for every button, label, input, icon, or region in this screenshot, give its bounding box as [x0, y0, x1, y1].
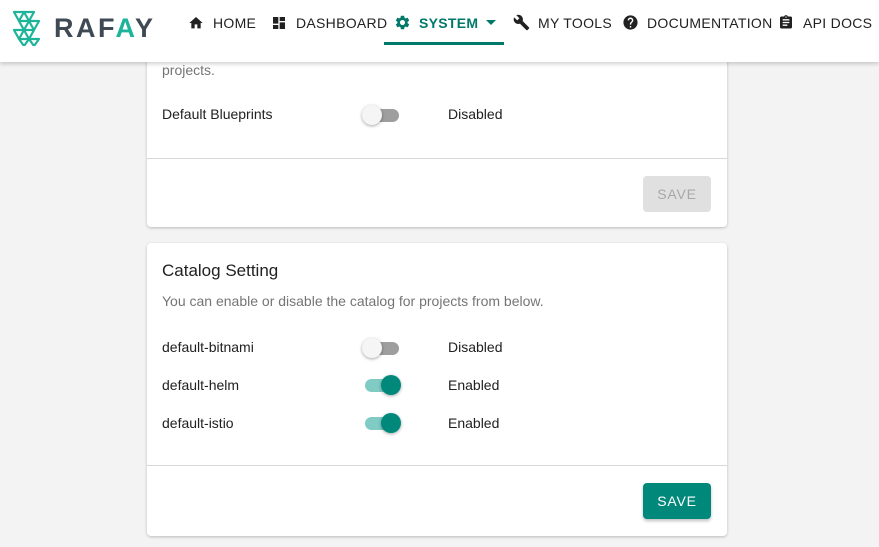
gear-icon — [393, 14, 411, 32]
default-istio-status: Enabled — [448, 415, 500, 431]
nav-my-tools[interactable]: MY TOOLS — [512, 0, 612, 45]
default-bitnami-toggle[interactable] — [362, 337, 402, 359]
dashboard-icon — [270, 14, 288, 32]
brand-name: RAFAY — [54, 12, 156, 43]
default-helm-status: Enabled — [448, 377, 500, 393]
rafay-logo-icon — [12, 10, 41, 46]
nav-system[interactable]: SYSTEM — [393, 0, 497, 45]
toggle-thumb — [381, 375, 401, 395]
default-bitnami-label: default-bitnami — [162, 339, 254, 355]
default-bitnami-status: Disabled — [448, 339, 503, 355]
clipboard-icon — [777, 14, 795, 32]
toggle-thumb — [381, 413, 401, 433]
card-divider — [147, 465, 727, 466]
default-istio-label: default-istio — [162, 415, 234, 431]
toggle-thumb — [362, 338, 382, 358]
nav-home[interactable]: HOME — [187, 0, 256, 45]
nav-documentation[interactable]: DOCUMENTATION — [621, 0, 772, 45]
nav-api-docs[interactable]: API DOCS — [777, 0, 872, 45]
toggle-thumb — [362, 105, 382, 125]
catalog-setting-description: You can enable or disable the catalog fo… — [162, 293, 544, 309]
card-divider — [147, 158, 727, 159]
chevron-down-icon — [486, 20, 497, 25]
default-helm-toggle[interactable] — [362, 374, 402, 396]
catalog-setting-card: Catalog Setting You can enable or disabl… — [147, 243, 727, 536]
nav-documentation-label: DOCUMENTATION — [647, 14, 773, 31]
default-helm-label: default-helm — [162, 377, 240, 393]
default-blueprints-toggle[interactable] — [362, 104, 402, 126]
rafay-logo[interactable]: RAFAY — [12, 10, 156, 46]
active-tab-indicator — [384, 42, 504, 45]
card-description: projects. — [162, 62, 215, 78]
default-blueprints-status: Disabled — [448, 106, 503, 122]
default-blueprints-label: Default Blueprints — [162, 106, 273, 122]
blueprint-save-button[interactable]: SAVE — [643, 176, 711, 212]
catalog-setting-title: Catalog Setting — [162, 261, 279, 280]
home-icon — [187, 14, 205, 32]
nav-dashboard-label: DASHBOARD — [296, 14, 388, 31]
top-navigation-bar: RAFAY HOME DASHBOARD SYSTEM MY TOOLS DOC… — [0, 0, 879, 62]
default-istio-toggle[interactable] — [362, 412, 402, 434]
nav-my-tools-label: MY TOOLS — [538, 14, 612, 31]
nav-system-label: SYSTEM — [419, 14, 479, 31]
help-icon — [621, 14, 639, 32]
nav-api-docs-label: API DOCS — [803, 14, 873, 31]
nav-dashboard[interactable]: DASHBOARD — [270, 0, 387, 45]
catalog-save-button[interactable]: SAVE — [643, 483, 711, 519]
wrench-icon — [512, 14, 530, 32]
nav-home-label: HOME — [213, 14, 257, 31]
